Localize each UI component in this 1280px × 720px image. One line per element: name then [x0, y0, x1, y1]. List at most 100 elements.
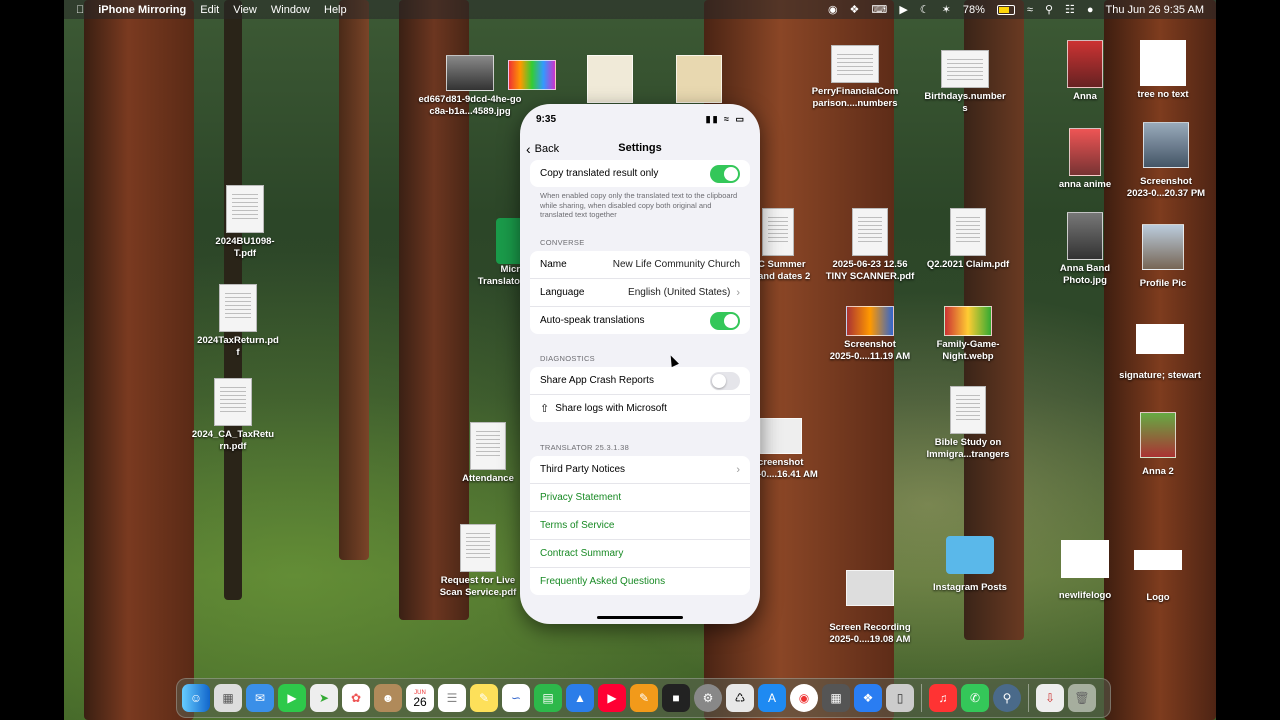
language-value: English (United States)	[628, 287, 731, 298]
language-row[interactable]: Language English (United States) ›	[530, 278, 750, 306]
desktop-file-2024taxreturn[interactable]: 2024TaxReturn.pd f	[190, 284, 286, 359]
desktop-file-anna-2[interactable]: Anna 2	[1128, 412, 1188, 478]
file-label: Birthdays.number s	[924, 91, 1006, 114]
terms-of-service-link[interactable]: Terms of Service	[530, 511, 750, 539]
launchpad-icon[interactable]: ▦	[214, 684, 242, 712]
desktop-file-screen-recording[interactable]: Screen Recording 2025-0....19.08 AM	[820, 570, 920, 646]
crash-reports-label: Share App Crash Reports	[540, 375, 654, 386]
copy-translated-toggle[interactable]	[710, 164, 740, 183]
wifi-icon[interactable]: ≈	[1027, 4, 1033, 16]
reading-app-icon[interactable]: ♺	[726, 684, 754, 712]
trash-icon[interactable]: 🗑	[1068, 684, 1096, 712]
desktop-file-screenshot-1641[interactable]: creenshot -0....16.41 AM	[758, 418, 828, 481]
keyboard-icon[interactable]: ⌨	[871, 3, 887, 16]
menu-help[interactable]: Help	[324, 4, 347, 16]
desktop-image-table-manners[interactable]	[676, 55, 722, 103]
desktop-file-screenshot-2037[interactable]: Screenshot 2023-0...20.37 PM	[1118, 122, 1214, 200]
menu-view[interactable]: View	[233, 4, 257, 16]
file-label: Family-Game- Night.webp	[936, 339, 1000, 362]
quicktime-icon[interactable]: ⚲	[993, 684, 1021, 712]
reminders-icon[interactable]: ☰	[438, 684, 466, 712]
desktop-file-family-game-night[interactable]: Family-Game- Night.webp	[918, 306, 1018, 363]
desktop-file-bible-study[interactable]: Bible Study on Immigra...trangers	[918, 386, 1018, 461]
record-icon[interactable]: ◉	[828, 3, 838, 16]
numbers-icon[interactable]: ▤	[534, 684, 562, 712]
contract-summary-link[interactable]: Contract Summary	[530, 539, 750, 567]
desktop-file-signature[interactable]: signature; stewart	[1110, 324, 1210, 382]
desktop-app-translator[interactable]: Micr Translato	[472, 218, 524, 288]
final-cut-icon[interactable]: ■	[662, 684, 690, 712]
photos-icon[interactable]: ✿	[342, 684, 370, 712]
iphone-mirroring-window[interactable]: 9:35 ▮▮ ≈ ▭ ‹ Back Settings Copy transla…	[520, 104, 760, 624]
downloads-stack-icon[interactable]: ⇩	[1036, 684, 1064, 712]
desktop-file-newlifelogo[interactable]: newlifelogo	[1050, 540, 1120, 602]
youtube-icon[interactable]: ▶	[598, 684, 626, 712]
desktop-file-summer-dates[interactable]: C Summer and dates 2	[758, 208, 820, 283]
file-label: Instagram Posts	[933, 582, 1007, 593]
pages-icon[interactable]: ✎	[630, 684, 658, 712]
calendar-icon[interactable]: JUN 26	[406, 684, 434, 712]
notes-icon[interactable]: ✎	[470, 684, 498, 712]
maps-icon[interactable]: ➤	[310, 684, 338, 712]
mail-icon[interactable]: ✉	[246, 684, 274, 712]
third-party-row[interactable]: Third Party Notices ›	[530, 456, 750, 483]
siri-icon[interactable]: ●	[1087, 4, 1094, 16]
control-center-icon[interactable]: ☷	[1065, 3, 1075, 16]
share-logs-row[interactable]: ⇧ Share logs with Microsoft	[530, 394, 750, 422]
chrome-icon[interactable]: ◉	[790, 684, 818, 712]
desktop-file-logo[interactable]: Logo	[1128, 550, 1188, 604]
desktop-file-screenshot-1119[interactable]: Screenshot 2025-0....11.19 AM	[820, 306, 920, 363]
numbers-icon	[831, 45, 879, 83]
app-menu-name[interactable]: iPhone Mirroring	[98, 4, 186, 16]
desktop-file-attendance[interactable]: Attendance	[455, 422, 521, 485]
desktop-folder-instagram[interactable]: Instagram Posts	[925, 536, 1015, 594]
contacts-icon[interactable]: ☻	[374, 684, 402, 712]
menu-clock[interactable]: Thu Jun 26 9:35 AM	[1106, 4, 1204, 16]
desktop-file-q2-claim[interactable]: Q2.2021 Claim.pdf	[918, 208, 1018, 271]
apple-icon[interactable]: 	[76, 4, 84, 16]
desktop-file-anna-band[interactable]: Anna Band Photo.jpg	[1050, 212, 1120, 287]
system-settings-icon[interactable]: ⚙	[694, 684, 722, 712]
desktop-image-rooted-in-christ[interactable]	[587, 55, 633, 103]
name-row[interactable]: Name New Life Community Church	[530, 251, 750, 278]
app-store-icon[interactable]: A	[758, 684, 786, 712]
desktop-file-live-scan[interactable]: Request for Live Scan Service.pdf	[430, 524, 526, 599]
spotlight-search-icon[interactable]: ⚲	[1045, 3, 1053, 16]
bluetooth-icon[interactable]: ✶	[942, 3, 951, 16]
menu-edit[interactable]: Edit	[200, 4, 219, 16]
battery-percent[interactable]: 78%	[963, 4, 985, 16]
battery-icon[interactable]	[996, 4, 1015, 15]
iphone-mirroring-icon[interactable]: ▯	[886, 684, 914, 712]
keynote-icon[interactable]: ▲	[566, 684, 594, 712]
dropbox-icon[interactable]: ❖	[850, 3, 860, 16]
home-indicator[interactable]	[597, 616, 683, 619]
music-icon[interactable]: ♫	[929, 684, 957, 712]
desktop-image-thumbnail[interactable]	[508, 60, 556, 90]
crash-reports-toggle[interactable]	[710, 371, 740, 390]
faq-link[interactable]: Frequently Asked Questions	[530, 567, 750, 595]
desktop-file-profile-pic[interactable]: Profile Pic	[1128, 224, 1198, 290]
file-thumbnail	[446, 55, 494, 91]
dropbox-icon[interactable]: ❖	[854, 684, 882, 712]
messages-icon[interactable]: ✆	[961, 684, 989, 712]
autospeak-toggle[interactable]	[710, 311, 740, 330]
document-icon	[950, 386, 986, 434]
calculator-icon[interactable]: ▦	[822, 684, 850, 712]
desktop-file-birthdays[interactable]: Birthdays.number s	[915, 50, 1015, 115]
play-icon[interactable]: ▶	[899, 3, 907, 16]
desktop-file-tree-no-text[interactable]: tree no text	[1128, 40, 1198, 101]
desktop-file-2024bu1098[interactable]: 2024BU1098- T.pdf	[200, 185, 290, 260]
finder-icon[interactable]: ☺	[182, 684, 210, 712]
facetime-icon[interactable]: ▶	[278, 684, 306, 712]
desktop-file-anna-anime[interactable]: anna anime	[1050, 128, 1120, 191]
file-label: PerryFinancialCom parison....numbers	[811, 86, 899, 109]
desktop-file-tiny-scanner[interactable]: 2025-06-23 12.56 TINY SCANNER.pdf	[820, 208, 920, 283]
desktop-file-anna[interactable]: Anna	[1055, 40, 1115, 103]
desktop-file-perryfinancial[interactable]: PerryFinancialCom parison....numbers	[800, 45, 910, 110]
menu-window[interactable]: Window	[271, 4, 310, 16]
desktop-file-2024-ca-taxreturn[interactable]: 2024_CA_TaxRetu rn.pdf	[185, 378, 281, 453]
privacy-statement-link[interactable]: Privacy Statement	[530, 483, 750, 511]
freeform-icon[interactable]: ∽	[502, 684, 530, 712]
file-label: Bible Study on Immigra...trangers	[926, 437, 1010, 460]
moon-icon[interactable]: ☾	[920, 3, 930, 16]
